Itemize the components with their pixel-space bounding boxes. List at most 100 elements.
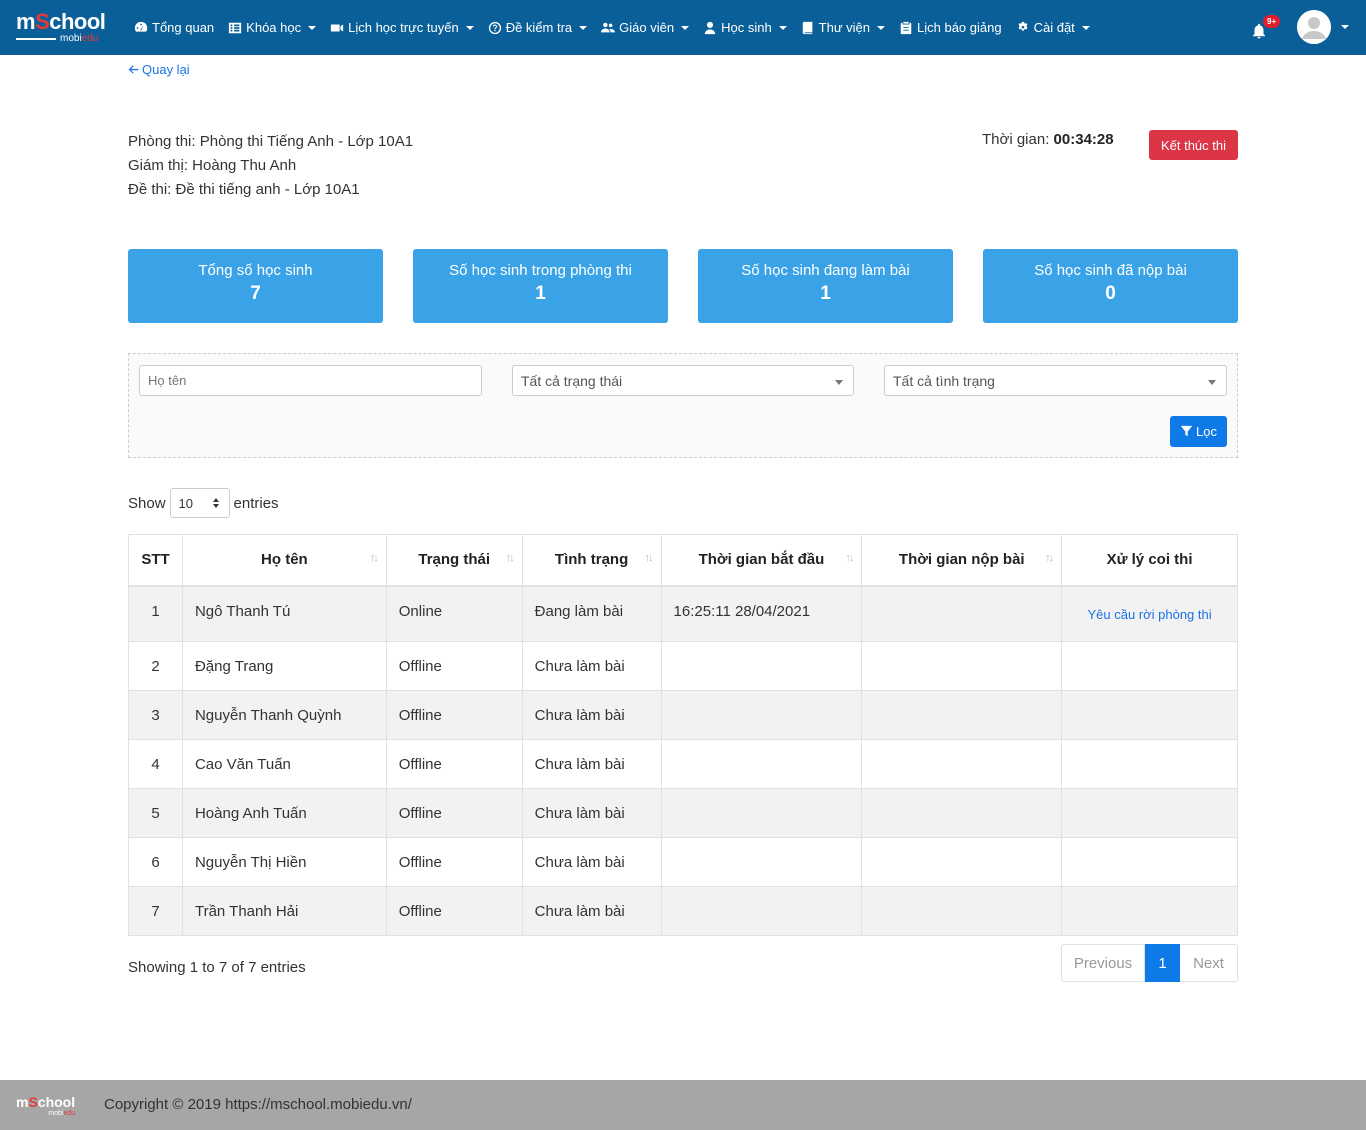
- cell-condition: Chưa làm bài: [521, 739, 662, 789]
- filter-panel: Họ tên Tất cả trạng thái Tất cả tình trạ…: [128, 353, 1238, 458]
- room-info: Phòng thi: Phòng thi Tiếng Anh - Lớp 10A…: [128, 133, 414, 150]
- cell-action: [1061, 837, 1238, 887]
- cell-start-time: [660, 641, 863, 691]
- back-link[interactable]: Quay lại: [128, 62, 190, 77]
- cell-start-time: [660, 886, 863, 936]
- users-icon: [601, 22, 616, 32]
- cell-submit-time: [861, 788, 1063, 838]
- table-row: 7 Trần Thanh Hải Offline Chưa làm bài: [128, 886, 1238, 936]
- exam-name-info: Đề thi: Đề thi tiếng anh - Lớp 10A1: [128, 181, 360, 198]
- name-search-input[interactable]: Họ tên: [139, 365, 482, 396]
- sort-icon: ↑↓: [369, 552, 379, 564]
- cell-condition: Chưa làm bài: [521, 641, 662, 691]
- cell-status: Offline: [385, 739, 523, 789]
- cell-submit-time: [861, 886, 1063, 936]
- video-icon: [330, 24, 344, 31]
- cell-name: Cao Văn Tuấn: [181, 739, 387, 789]
- request-leave-link[interactable]: Yêu cầu rời phòng thi: [1087, 607, 1211, 622]
- table-row: 1 Ngô Thanh Tú Online Đang làm bài 16:25:11 …: [128, 585, 1238, 642]
- col-submit-time[interactable]: Thời gian nộp bài ↑↓: [861, 534, 1063, 587]
- cell-action: Yêu cầu rời phòng thi: [1061, 585, 1238, 642]
- exam-timer: Thời gian: 00:34:28: [982, 131, 1114, 148]
- nav-item-6[interactable]: Thư viện: [801, 20, 886, 35]
- filter-button[interactable]: Lọc: [1170, 416, 1227, 447]
- chevron-down-icon: [835, 380, 843, 385]
- nav-item-3[interactable]: Đề kiểm tra: [488, 20, 588, 35]
- nav-item-5[interactable]: Học sinh: [703, 20, 787, 35]
- cell-stt: 5: [128, 788, 183, 838]
- end-exam-button[interactable]: Kết thúc thi: [1149, 130, 1238, 160]
- cell-condition: Đang làm bài: [521, 585, 662, 642]
- page-length-select[interactable]: 10: [169, 488, 230, 518]
- chevron-down-icon[interactable]: [1341, 25, 1349, 29]
- cell-submit-time: [861, 837, 1063, 887]
- chevron-down-icon: [308, 25, 317, 30]
- cell-action: [1061, 739, 1238, 789]
- table-row: 5 Hoàng Anh Tuấn Offline Chưa làm bài: [128, 788, 1238, 838]
- cell-name: Ngô Thanh Tú: [181, 585, 387, 642]
- condition-select[interactable]: Tất cả tình trạng: [884, 365, 1227, 396]
- cell-submit-time: [861, 641, 1063, 691]
- cell-action: [1061, 886, 1238, 936]
- col-name[interactable]: Họ tên ↑↓: [181, 534, 387, 587]
- cell-start-time: [660, 690, 863, 740]
- chevron-down-icon: [778, 25, 787, 30]
- arrow-left-icon: [128, 65, 139, 74]
- chevron-down-icon: [465, 25, 474, 30]
- nav-item-7[interactable]: Lịch báo giảng: [899, 20, 1002, 35]
- cell-stt: 1: [128, 585, 183, 642]
- stat-students-in-room: Số học sinh trong phòng thi 1: [413, 249, 668, 323]
- table-row: 4 Cao Văn Tuấn Offline Chưa làm bài: [128, 739, 1238, 789]
- timer-value: 00:34:28: [1053, 131, 1114, 148]
- user-icon: [704, 21, 716, 34]
- main-nav: Tổng quan Khóa học Lịch học trực tuyến Đề k…: [134, 0, 1104, 55]
- copyright-text: Copyright © 2019 https://mschool.mobiedu…: [104, 1096, 412, 1113]
- cell-start-time: [660, 739, 863, 789]
- chevron-down-icon: [579, 25, 588, 30]
- cell-stt: 3: [128, 690, 183, 740]
- cell-start-time: [660, 788, 863, 838]
- col-stt: STT: [128, 534, 183, 587]
- col-condition[interactable]: Tình trạng ↑↓: [521, 534, 662, 587]
- cell-name: Trần Thanh Hải: [181, 886, 387, 936]
- sort-icon: ↑↓: [644, 552, 654, 564]
- stat-students-submitted: Số học sinh đã nộp bài 0: [983, 249, 1238, 323]
- cell-action: [1061, 788, 1238, 838]
- book-icon: [802, 21, 813, 34]
- cell-stt: 2: [128, 641, 183, 691]
- cell-condition: Chưa làm bài: [521, 837, 662, 887]
- students-table: STT Họ tên ↑↓ Trạng thái ↑↓ Tình trạng ↑↓ T…: [128, 534, 1238, 936]
- cell-submit-time: [861, 690, 1063, 740]
- exam-info: Phòng thi: Phòng thi Tiếng Anh - Lớp 10A…: [128, 130, 413, 202]
- stat-students-working: Số học sinh đang làm bài 1: [698, 249, 953, 323]
- previous-page-button[interactable]: Previous: [1061, 944, 1145, 982]
- chevron-down-icon: [681, 25, 690, 30]
- table-row: 3 Nguyễn Thanh Quỳnh Offline Chưa làm bài: [128, 690, 1238, 740]
- cell-status: Offline: [385, 886, 523, 936]
- sort-icon: ↑↓: [845, 552, 854, 564]
- chevron-down-icon: [1208, 380, 1216, 385]
- pagination: Previous 1 Next: [1061, 944, 1238, 982]
- cell-status: Offline: [385, 690, 523, 740]
- notification-badge: 9+: [1263, 15, 1281, 28]
- col-start-time[interactable]: Thời gian bắt đầu ↑↓: [660, 534, 863, 587]
- cell-stt: 7: [128, 886, 183, 936]
- page-1-button[interactable]: 1: [1145, 944, 1180, 982]
- question-icon: [488, 21, 501, 34]
- nav-item-4[interactable]: Giáo viên: [601, 20, 690, 35]
- table-header-row: STT Họ tên ↑↓ Trạng thái ↑↓ Tình trạng ↑↓ T…: [128, 534, 1238, 587]
- nav-item-0[interactable]: Tổng quan: [134, 20, 214, 35]
- chevron-down-icon: [877, 25, 886, 30]
- brand-logo[interactable]: mSchool mobiedu: [16, 11, 112, 45]
- nav-item-1[interactable]: Khóa học: [228, 20, 317, 35]
- list-icon: [229, 22, 242, 33]
- cell-name: Nguyễn Thanh Quỳnh: [181, 690, 387, 740]
- next-page-button[interactable]: Next: [1180, 944, 1238, 982]
- cell-stt: 4: [128, 739, 183, 789]
- nav-item-2[interactable]: Lịch học trực tuyến: [330, 20, 474, 35]
- cell-stt: 6: [128, 837, 183, 887]
- avatar[interactable]: [1297, 10, 1331, 44]
- col-status[interactable]: Trạng thái ↑↓: [385, 534, 523, 587]
- nav-item-8[interactable]: Cài đặt: [1016, 20, 1090, 35]
- status-select[interactable]: Tất cả trạng thái: [512, 365, 854, 396]
